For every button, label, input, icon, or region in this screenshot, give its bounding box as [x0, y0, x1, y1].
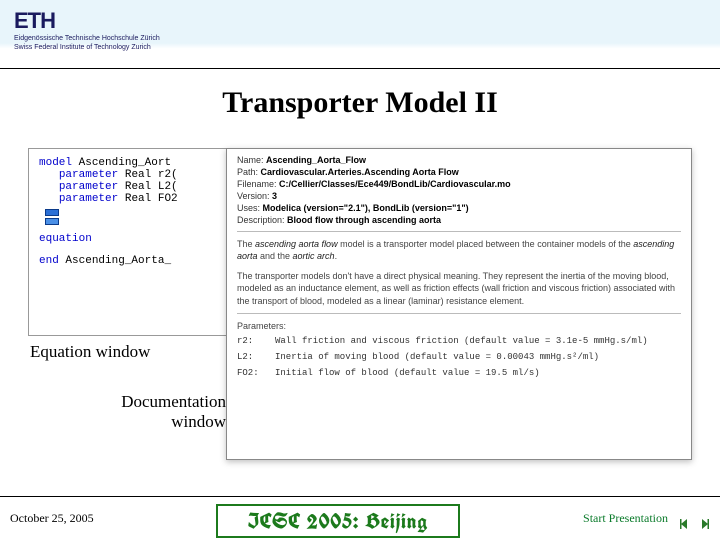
param-row-l2: L2: Inertia of moving blood (default val… — [237, 352, 681, 362]
footer: October 25, 2005 ICSC 2005: Beijing Star… — [0, 496, 720, 540]
keyword-parameter: parameter — [59, 181, 118, 193]
param-key-f02: FO2: — [237, 368, 275, 378]
model-name: Ascending_Aort — [79, 157, 171, 169]
header-rule — [0, 68, 720, 69]
var-l2: L2( — [158, 181, 178, 193]
doc-uses-label: Uses: — [237, 203, 260, 213]
param-row-r2: r2: Wall friction and viscous friction (… — [237, 336, 681, 346]
eth-subtitle-en: Swiss Federal Institute of Technology Zu… — [14, 44, 160, 52]
equation-window-label: Equation window — [30, 342, 150, 362]
slide: ETH Eidgenössische Technische Hochschule… — [0, 0, 720, 540]
doc-params-heading: Parameters: — [237, 320, 681, 332]
doc-divider — [237, 313, 681, 314]
doc-desc-value: Blood flow through ascending aorta — [287, 215, 441, 225]
doc-desc-label: Description: — [237, 215, 285, 225]
nav-icon-group — [677, 516, 712, 532]
component-icon — [45, 209, 75, 227]
keyword-parameter: parameter — [59, 193, 118, 205]
footer-conference: ICSC 2005: Beijing — [216, 504, 460, 538]
type-real: Real — [125, 181, 151, 193]
param-key-r2: r2: — [237, 336, 275, 346]
footer-date: October 25, 2005 — [10, 511, 94, 526]
doc-name-label: Name: — [237, 155, 264, 165]
documentation-window-label: Documentation window — [96, 392, 226, 431]
keyword-end: end — [39, 255, 59, 267]
doc-name-row: Name: Ascending_Aorta_Flow — [237, 155, 681, 165]
doc-path-row: Path: Cardiovascular.Arteries.Ascending … — [237, 167, 681, 177]
param-val-l2: Inertia of moving blood (default value =… — [275, 352, 599, 362]
end-name: Ascending_Aorta_ — [65, 255, 171, 267]
doc-ver-row: Version: 3 — [237, 191, 681, 201]
doc-name-value: Ascending_Aorta_Flow — [266, 155, 366, 165]
start-presentation-link[interactable]: Start Presentation — [583, 511, 668, 526]
slide-title: Transporter Model II — [0, 86, 720, 120]
doc-paragraph-2: The transporter models don't have a dire… — [237, 270, 681, 306]
eth-subtitle-de: Eidgenössische Technische Hochschule Zür… — [14, 35, 160, 43]
doc-divider — [237, 231, 681, 232]
doc-ver-value: 3 — [272, 191, 277, 201]
var-r2: r2( — [158, 169, 178, 181]
next-slide-icon[interactable] — [696, 516, 712, 532]
keyword-parameter: parameter — [59, 169, 118, 181]
param-row-f02: FO2: Initial flow of blood (default valu… — [237, 368, 681, 378]
doc-path-label: Path: — [237, 167, 258, 177]
param-key-l2: L2: — [237, 352, 275, 362]
doc-file-label: Filename: — [237, 179, 277, 189]
keyword-model: model — [39, 157, 72, 169]
doc-path-value: Cardiovascular.Arteries.Ascending Aorta … — [261, 167, 459, 177]
type-real: Real — [125, 193, 151, 205]
doc-ver-label: Version: — [237, 191, 270, 201]
doc-file-value: C:/Cellier/Classes/Ece449/BondLib/Cardio… — [279, 179, 511, 189]
eth-logo: ETH — [14, 8, 160, 34]
header-area: ETH Eidgenössische Technische Hochschule… — [14, 8, 160, 51]
param-val-f02: Initial flow of blood (default value = 1… — [275, 368, 540, 378]
doc-desc-row: Description: Blood flow through ascendin… — [237, 215, 681, 225]
documentation-window: Name: Ascending_Aorta_Flow Path: Cardiov… — [226, 148, 692, 460]
type-real: Real — [125, 169, 151, 181]
doc-file-row: Filename: C:/Cellier/Classes/Ece449/Bond… — [237, 179, 681, 189]
doc-uses-row: Uses: Modelica (version="2.1"), BondLib … — [237, 203, 681, 213]
doc-uses-value: Modelica (version="2.1"), BondLib (versi… — [263, 203, 469, 213]
var-fo2: FO2 — [158, 193, 178, 205]
param-table: r2: Wall friction and viscous friction (… — [237, 336, 681, 378]
param-val-r2: Wall friction and viscous friction (defa… — [275, 336, 648, 346]
keyword-equation: equation — [39, 233, 92, 245]
doc-paragraph-1: The ascending aorta flow model is a tran… — [237, 238, 681, 262]
prev-slide-icon[interactable] — [677, 516, 693, 532]
